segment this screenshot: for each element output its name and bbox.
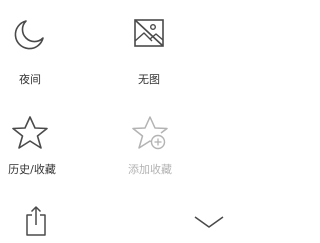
menu-panel: { "menu": { "items": [ {"id": "night", "… (0, 0, 232, 243)
add-favorite-label: 添加收藏 (128, 163, 172, 176)
star-icon (12, 116, 48, 149)
no-image-button[interactable]: 无图 (115, 8, 175, 88)
history-favorites-label: 历史/收藏 (8, 163, 56, 176)
night-mode-label: 夜间 (19, 73, 41, 86)
chevron-down-icon (194, 216, 224, 228)
night-mode-button[interactable]: 夜间 (0, 8, 60, 88)
no-image-icon (134, 19, 164, 47)
no-image-label: 无图 (138, 73, 160, 86)
collapse-menu-button[interactable] (190, 208, 230, 238)
star-add-icon (132, 116, 168, 150)
share-icon (26, 206, 46, 236)
history-favorites-button[interactable]: 历史/收藏 (0, 108, 64, 188)
add-favorite-button[interactable]: 添加收藏 (118, 108, 182, 188)
share-button[interactable] (24, 205, 50, 239)
moon-icon (14, 20, 44, 50)
